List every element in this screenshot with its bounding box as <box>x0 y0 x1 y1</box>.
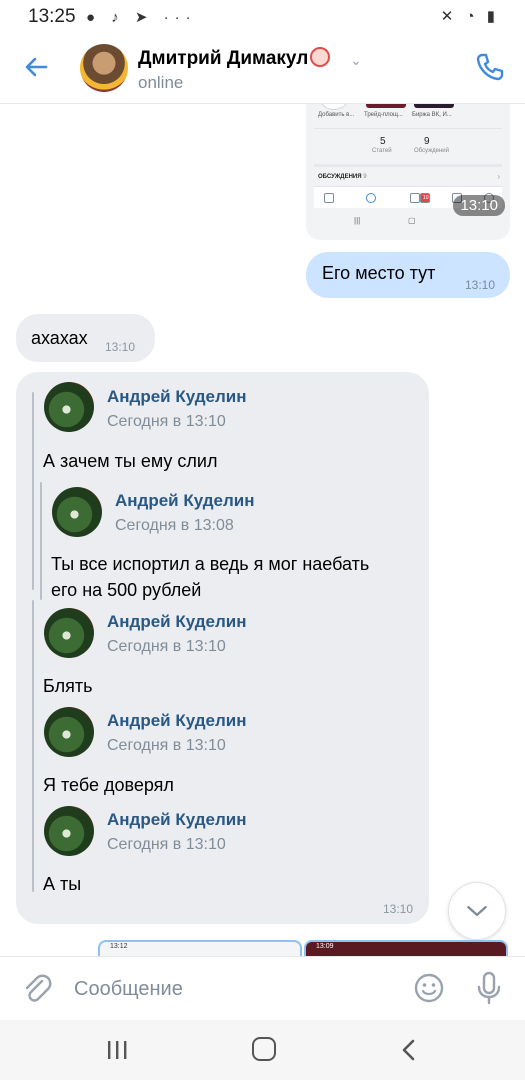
chat-header: Дмитрий Димакул ⌄ online <box>0 34 525 104</box>
divider <box>314 164 502 167</box>
image-attachment[interactable]: 13:12 <box>98 940 302 956</box>
system-navigation-bar <box>0 1020 525 1080</box>
stat-value: 9 <box>424 136 430 147</box>
forward-author-name[interactable]: Андрей Куделин <box>107 810 247 830</box>
forward-author-name[interactable]: Андрей Куделин <box>107 711 247 731</box>
contact-status: online <box>138 73 184 92</box>
chevron-right-icon: › <box>497 172 500 181</box>
add-tile-icon <box>320 104 348 110</box>
contact-name-text: Дмитрий Димакул <box>138 48 309 69</box>
contact-avatar[interactable] <box>80 44 128 92</box>
tab-icon <box>324 193 334 203</box>
forward-author-avatar[interactable] <box>44 806 94 856</box>
forward-text: А ты <box>43 874 82 894</box>
message-composer <box>0 956 525 1020</box>
forward-text: Ты все испортил а ведь я мог наебать его… <box>51 554 370 600</box>
divider <box>314 128 502 129</box>
peek-time: 13:12 <box>110 943 128 950</box>
badge: 10 <box>420 193 430 203</box>
recent-apps-icon[interactable] <box>104 1040 130 1060</box>
chevron-down-icon[interactable]: ⌄ <box>350 52 362 69</box>
forward-author-name[interactable]: Андрей Куделин <box>115 491 255 511</box>
forward-author-name[interactable]: Андрей Куделин <box>107 387 247 407</box>
forward-date: Сегодня в 13:10 <box>107 413 226 430</box>
peek-time: 13:09 <box>316 943 334 950</box>
paperclip-icon[interactable] <box>20 971 54 1005</box>
phone-icon[interactable] <box>473 50 507 84</box>
forward-author-avatar[interactable] <box>44 707 94 757</box>
scroll-down-button[interactable] <box>448 882 506 940</box>
arrow-left-icon[interactable] <box>20 50 54 84</box>
image-attachment[interactable]: 13:09 <box>304 940 508 956</box>
tile-label: Добавить в... <box>318 112 355 118</box>
forward-date: Сегодня в 13:10 <box>107 737 226 754</box>
status-bar: 13:25 ● ♪ ➤ ··· ✕ ◔ ▮ <box>0 0 525 34</box>
smile-icon[interactable] <box>412 971 446 1005</box>
forward-text: Я тебе доверял <box>43 775 174 795</box>
home-icon[interactable] <box>252 1037 276 1061</box>
message-input[interactable] <box>74 973 394 1005</box>
notification-icons: ● ♪ ➤ ··· <box>86 9 197 26</box>
status-time: 13:25 <box>28 6 76 27</box>
stat-label: Статей <box>372 148 392 154</box>
message-text: Его место тут <box>322 263 436 283</box>
microphone-icon[interactable] <box>472 969 506 1007</box>
clown-emoji-icon <box>310 47 331 67</box>
outgoing-message[interactable]: Его место тут 13:10 <box>306 252 510 298</box>
tile-label: Биржа ВК, И... <box>412 112 452 118</box>
forward-text: Блять <box>43 676 93 696</box>
incoming-message[interactable]: ахахах 13:10 <box>16 314 155 362</box>
forward-text: А зачем ты ему слил <box>43 451 218 471</box>
tile-label: Трейд-площ... <box>364 112 403 118</box>
screenshot-tiles: Добавить в... Трейд-площ... Биржа ВК, И.… <box>314 104 502 120</box>
message-time: 13:10 <box>382 902 413 916</box>
message-time: 13:10 <box>453 195 505 216</box>
forward-date: Сегодня в 13:10 <box>107 638 226 655</box>
discussions-text: ОБСУЖДЕНИЯ <box>318 174 362 180</box>
messages-icon <box>410 193 420 203</box>
back-chevron-icon[interactable] <box>398 1038 420 1062</box>
message-text: ахахах <box>31 328 88 348</box>
discussions-label: ОБСУЖДЕНИЯ 9 <box>318 174 367 180</box>
image-attachment[interactable]: Добавить в... Трейд-площ... Биржа ВК, И.… <box>306 104 510 240</box>
discussions-count: 9 <box>363 174 367 180</box>
message-list[interactable]: Добавить в... Трейд-площ... Биржа ВК, И.… <box>0 104 525 956</box>
forward-date: Сегодня в 13:10 <box>107 836 226 853</box>
forward-author-avatar[interactable] <box>52 487 102 537</box>
forward-quote-bar <box>32 392 34 590</box>
forward-date: Сегодня в 13:08 <box>115 517 234 534</box>
message-time: 13:10 <box>464 278 495 292</box>
system-status-icons: ✕ ◔ ▮ <box>440 8 499 25</box>
forward-quote-bar <box>32 600 34 892</box>
forward-author-avatar[interactable] <box>44 608 94 658</box>
contact-name[interactable]: Дмитрий Димакул <box>138 47 331 70</box>
stat-value: 5 <box>380 136 386 147</box>
stat-label: Обсуждений <box>414 148 449 154</box>
tile-image <box>366 104 406 108</box>
forward-author-avatar[interactable] <box>44 382 94 432</box>
incoming-forwarded-message[interactable]: Андрей Куделин Сегодня в 13:10 А зачем т… <box>16 372 429 924</box>
home-icon: ▢ <box>408 216 416 225</box>
compass-icon <box>366 193 376 203</box>
recent-apps-icon: ||| <box>354 216 361 225</box>
message-time: 13:10 <box>105 340 136 354</box>
forward-quote-bar <box>40 482 42 600</box>
forward-author-name[interactable]: Андрей Куделин <box>107 612 247 632</box>
tile-image <box>414 104 454 108</box>
